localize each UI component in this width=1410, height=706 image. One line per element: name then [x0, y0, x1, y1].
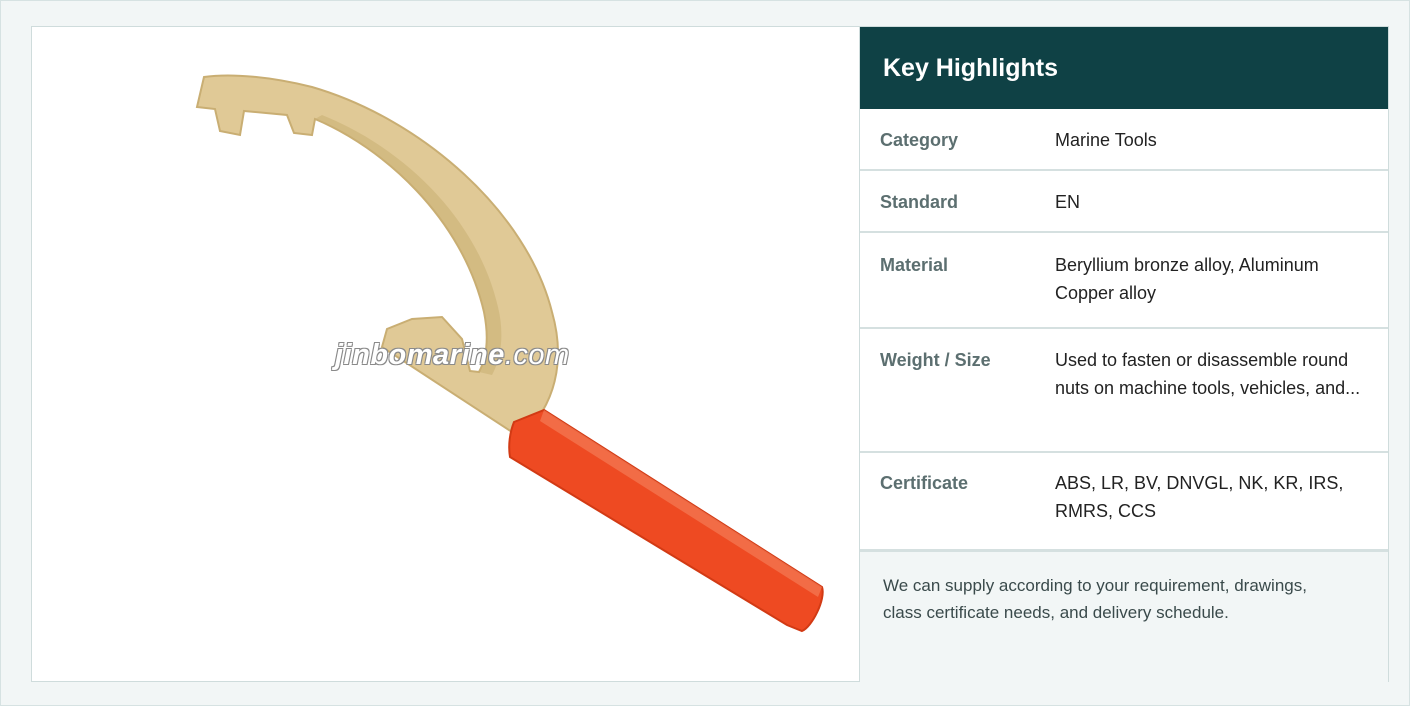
product-card: jinbomarine.com Key Highlights Category … — [31, 26, 1389, 685]
key-highlights-panel: Key Highlights Category Marine Tools Sta… — [860, 27, 1388, 685]
highlight-value: Beryllium bronze alloy, Aluminum Copper … — [1055, 255, 1319, 303]
supply-note: We can supply according to your requirem… — [860, 551, 1388, 685]
highlight-key: Certificate — [880, 473, 969, 493]
highlight-value: Used to fasten or disassemble round nuts… — [1055, 350, 1361, 398]
wrench-handle-highlight — [540, 410, 822, 597]
highlight-row-certificate: Certificate ABS, LR, BV, DNVGL, NK, KR, … — [860, 453, 1388, 551]
key-highlights-title: Key Highlights — [860, 27, 1388, 109]
highlight-row-standard: Standard EN — [860, 171, 1388, 233]
highlight-key: Weight / Size — [880, 350, 991, 370]
page-frame: jinbomarine.com Key Highlights Category … — [0, 0, 1410, 706]
highlight-key: Material — [880, 255, 949, 275]
highlight-value: EN — [1055, 192, 1081, 212]
highlight-value: Marine Tools — [1055, 130, 1157, 150]
highlight-row-weight-size: Weight / Size Used to fasten or disassem… — [860, 329, 1388, 453]
wrench-handle-shape — [508, 408, 824, 633]
highlight-key: Standard — [880, 192, 959, 212]
product-image-panel: jinbomarine.com — [32, 27, 860, 681]
highlight-row-material: Material Beryllium bronze alloy, Aluminu… — [860, 233, 1388, 329]
highlight-key: Category — [880, 130, 959, 150]
highlight-value: ABS, LR, BV, DNVGL, NK, KR, IRS, RMRS, C… — [1055, 473, 1344, 521]
watermark-text: jinbomarine.com — [335, 339, 570, 371]
highlight-row-category: Category Marine Tools — [860, 109, 1388, 171]
wrench-hook-shape — [195, 74, 559, 434]
